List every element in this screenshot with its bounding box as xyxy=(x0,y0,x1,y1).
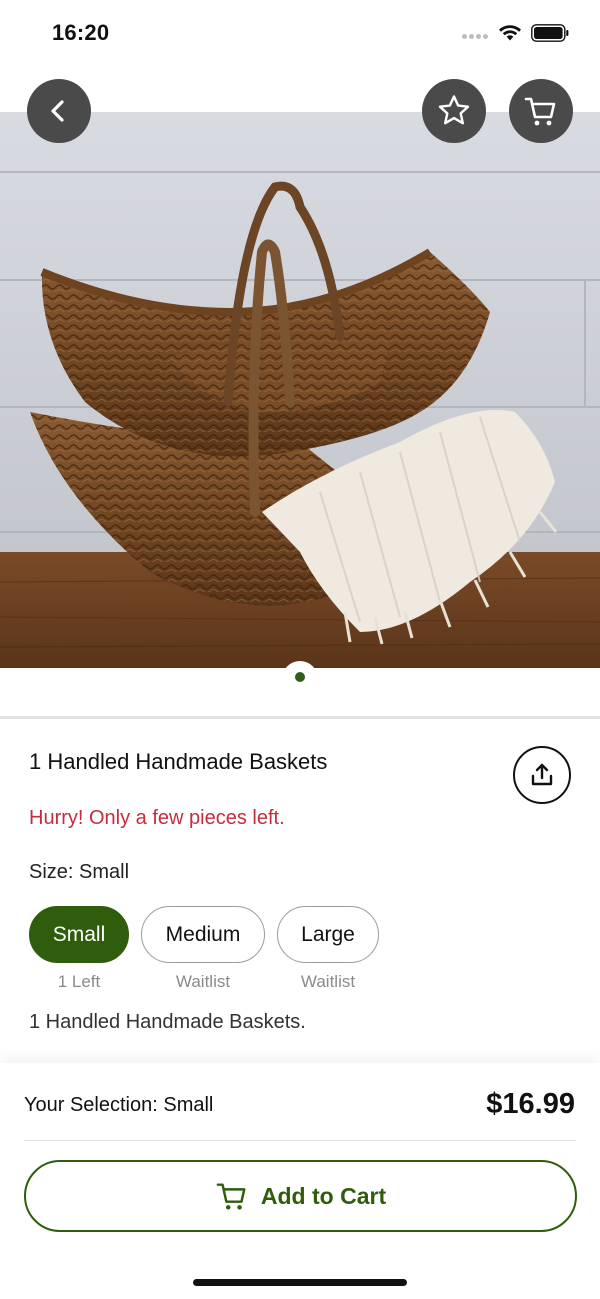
product-image[interactable] xyxy=(0,112,600,668)
cart-button[interactable] xyxy=(509,79,573,143)
purchase-bar: Your Selection: Small $16.99 Add to Cart xyxy=(0,1063,600,1299)
size-option-small[interactable]: Small xyxy=(29,906,129,963)
status-bar: 16:20 xyxy=(0,0,600,66)
size-availability-large: Waitlist xyxy=(300,972,356,991)
stock-warning: Hurry! Only a few pieces left. xyxy=(29,807,285,829)
share-icon xyxy=(531,763,553,786)
size-option-large[interactable]: Large xyxy=(277,906,379,963)
purchase-divider xyxy=(24,1140,576,1141)
cart-icon xyxy=(216,1183,246,1210)
product-description: 1 Handled Handmade Baskets. xyxy=(29,1011,306,1033)
chevron-left-icon xyxy=(51,100,64,122)
battery-icon xyxy=(531,24,569,42)
size-option-medium[interactable]: Medium xyxy=(141,906,265,963)
price: $16.99 xyxy=(486,1088,575,1120)
section-divider xyxy=(0,716,600,719)
cellular-signal-icon xyxy=(462,34,488,40)
share-button[interactable] xyxy=(513,746,571,804)
favorite-button[interactable] xyxy=(422,79,486,143)
back-button[interactable] xyxy=(27,79,91,143)
wifi-icon xyxy=(499,25,521,41)
size-availability-small: 1 Left xyxy=(57,972,101,991)
star-icon xyxy=(438,95,470,125)
selection-summary: Your Selection: Small xyxy=(24,1094,214,1116)
cart-icon xyxy=(524,97,556,126)
size-label: Size: Small xyxy=(29,861,130,883)
product-title: 1 Handled Handmade Baskets xyxy=(29,749,328,774)
pager-dot-active[interactable] xyxy=(295,672,305,682)
size-availability-medium: Waitlist xyxy=(175,972,231,991)
add-to-cart-button[interactable]: Add to Cart xyxy=(24,1160,577,1232)
status-time: 16:20 xyxy=(52,20,110,45)
home-indicator[interactable] xyxy=(193,1279,407,1286)
add-to-cart-label: Add to Cart xyxy=(260,1182,387,1209)
